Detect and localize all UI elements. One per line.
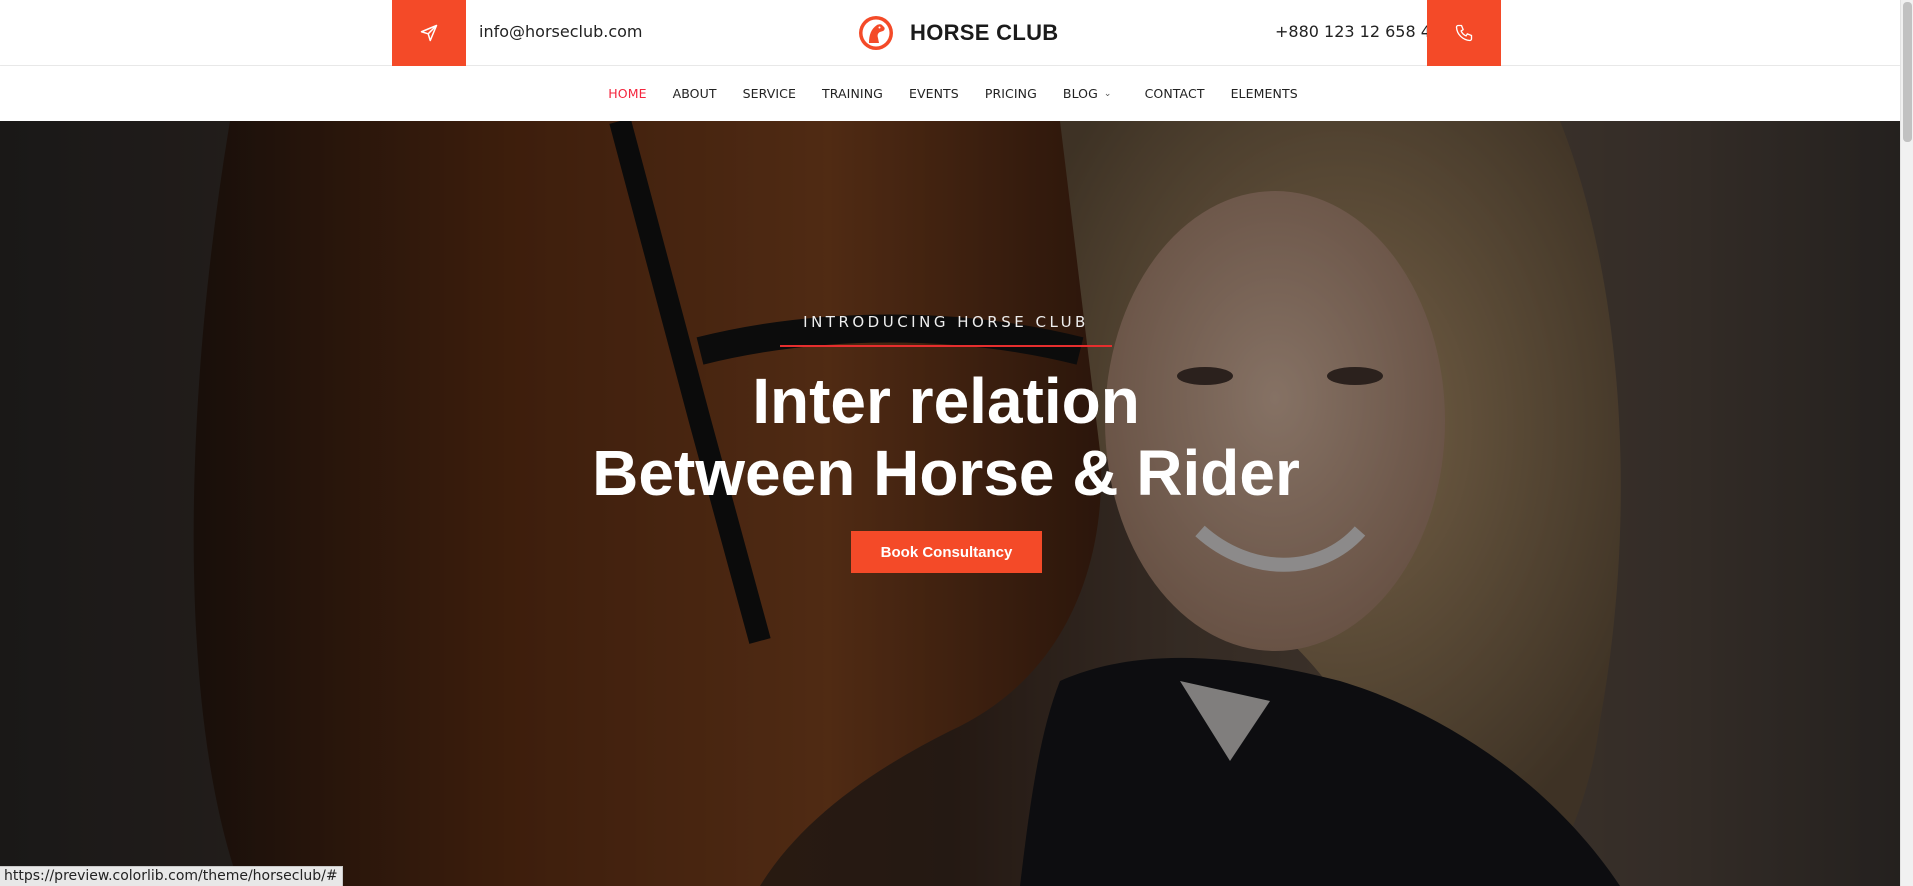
horse-head-logo: [859, 16, 893, 50]
nav-label: ABOUT: [672, 86, 717, 101]
header-phone[interactable]: +880 123 12 658 439: [1275, 22, 1451, 41]
hero-title-line-1: Inter relation: [752, 365, 1140, 437]
nav-list: HOME ABOUT SERVICE TRAINING EVENTS PRICI…: [0, 66, 1900, 121]
nav-label: ELEMENTS: [1230, 86, 1298, 101]
nav-label: SERVICE: [742, 86, 797, 101]
brand-name: HORSE CLUB: [910, 20, 1059, 45]
browser-status-url: https://preview.colorlib.com/theme/horse…: [0, 866, 343, 886]
nav-label: EVENTS: [908, 86, 959, 101]
nav-item-home[interactable]: HOME: [608, 86, 646, 101]
nav-label: HOME: [608, 86, 647, 101]
send-arrow-icon: [420, 24, 438, 42]
hero-section: INTRODUCING HORSE CLUB Inter relation Be…: [0, 121, 1900, 886]
brand[interactable]: HORSE CLUB: [858, 13, 1058, 53]
phone-icon: [1455, 24, 1473, 42]
top-bar: info@horseclub.com HORSE CLUB +880 123 1…: [0, 0, 1900, 66]
hero-divider: [780, 345, 1112, 347]
nav-label: TRAINING: [822, 86, 883, 101]
chevron-down-icon: ⌄: [1103, 88, 1112, 99]
nav-label: BLOG: [1062, 86, 1098, 101]
hero-eyebrow: INTRODUCING HORSE CLUB: [803, 313, 1089, 331]
nav-item-about[interactable]: ABOUT: [673, 86, 717, 101]
nav-item-elements[interactable]: ELEMENTS: [1231, 86, 1298, 101]
nav-item-contact[interactable]: CONTACT: [1145, 86, 1205, 101]
main-nav: HOME ABOUT SERVICE TRAINING EVENTS PRICI…: [0, 66, 1900, 121]
nav-item-events[interactable]: EVENTS: [909, 86, 959, 101]
page-scrollbar[interactable]: [1900, 0, 1913, 886]
nav-item-blog[interactable]: BLOG ⌄: [1063, 86, 1112, 101]
nav-label: CONTACT: [1144, 86, 1205, 101]
scrollbar-thumb[interactable]: [1903, 2, 1912, 142]
send-icon-button[interactable]: [392, 0, 466, 66]
phone-icon-button[interactable]: [1427, 0, 1501, 66]
hero-title-line-2: Between Horse & Rider: [592, 437, 1300, 509]
book-consultancy-button[interactable]: Book Consultancy: [851, 531, 1042, 573]
nav-item-service[interactable]: SERVICE: [743, 86, 796, 101]
hero-title: Inter relation Between Horse & Rider: [0, 365, 1892, 509]
nav-item-pricing[interactable]: PRICING: [985, 86, 1037, 101]
header-email[interactable]: info@horseclub.com: [479, 22, 643, 41]
nav-label: PRICING: [984, 86, 1037, 101]
nav-item-training[interactable]: TRAINING: [822, 86, 883, 101]
